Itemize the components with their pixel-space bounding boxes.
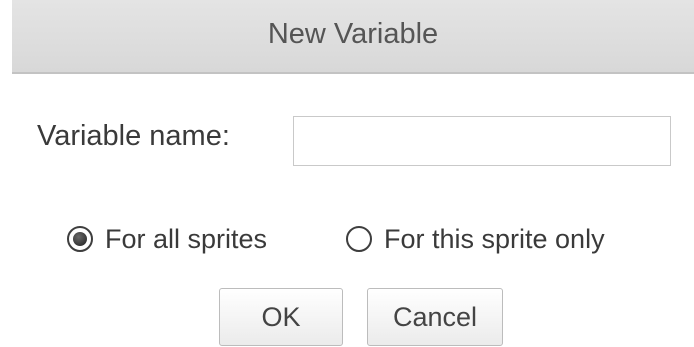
radio-for-all-sprites-label: For all sprites (105, 223, 268, 254)
radio-selected-icon[interactable] (67, 226, 93, 252)
radio-for-all-sprites[interactable]: For all sprites (67, 222, 267, 256)
ok-button[interactable]: OK (219, 288, 343, 346)
variable-name-label: Variable name: (37, 120, 230, 152)
radio-for-this-sprite-only-label: For this sprite only (384, 223, 605, 254)
dialog-titlebar: New Variable (12, 0, 694, 74)
dialog-title: New Variable (267, 18, 439, 50)
new-variable-dialog: New Variable Variable name: For all spri… (0, 0, 694, 347)
radio-for-this-sprite-only[interactable]: For this sprite only (346, 222, 605, 256)
cancel-button[interactable]: Cancel (367, 288, 503, 346)
radio-unselected-icon[interactable] (346, 226, 372, 252)
variable-name-input[interactable] (293, 116, 671, 166)
